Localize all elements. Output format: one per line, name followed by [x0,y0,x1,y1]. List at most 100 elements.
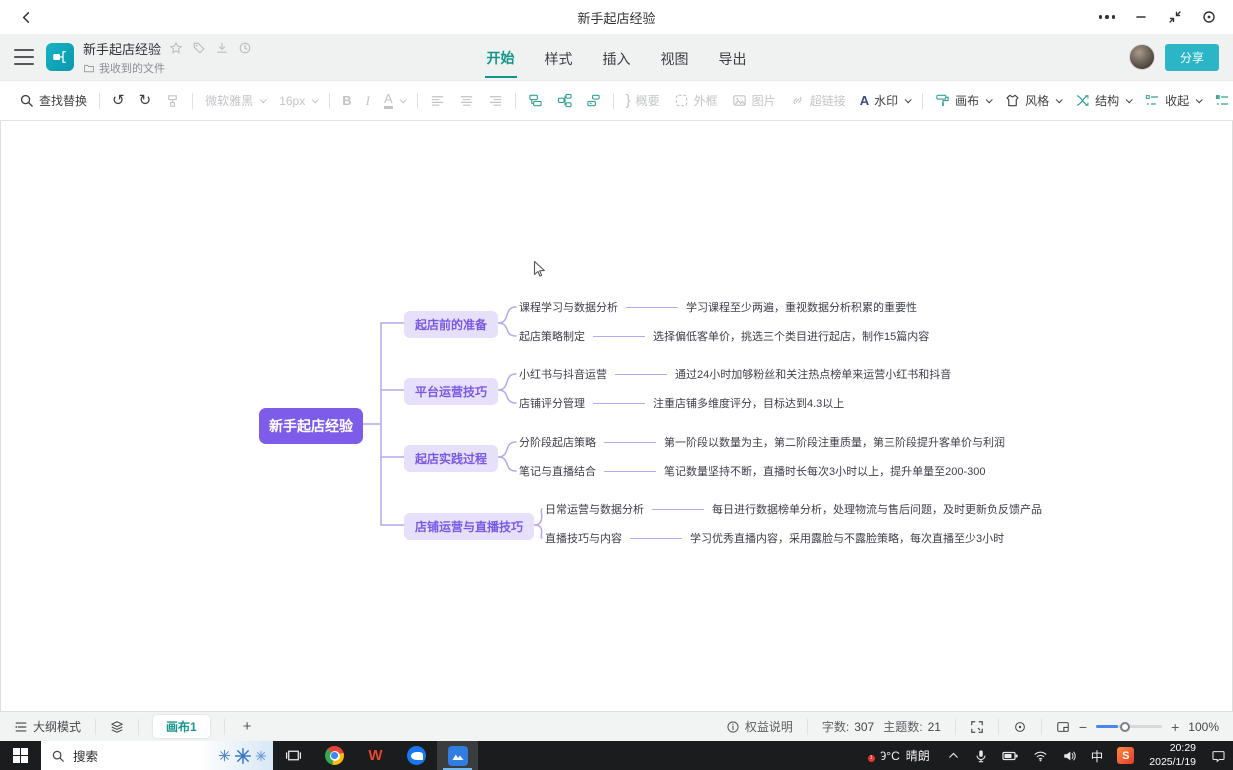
align-right-button[interactable] [481,87,510,115]
user-avatar[interactable] [1129,44,1155,70]
back-button[interactable] [14,5,38,29]
close-button[interactable] [1195,4,1223,30]
locate-center-button[interactable] [1013,720,1027,734]
expand-topics-button[interactable]: 展开 [1208,87,1233,115]
mindmap-branch-node[interactable]: 起店前的准备 [404,311,498,338]
wifi-tray-icon[interactable] [1026,741,1055,770]
wps-office-icon[interactable]: W [355,741,396,770]
zoom-in-button[interactable]: + [1171,719,1179,735]
mindmap-branch-node[interactable]: 店铺运营与直播技巧 [404,513,534,540]
add-canvas-button[interactable]: + [239,718,256,735]
align-center-button[interactable] [452,87,481,115]
tab-start[interactable]: 开始 [485,36,517,78]
hyperlink-button[interactable]: 超链接 [783,87,853,115]
mindmap-topic-node[interactable]: 起店策略制定 [519,328,585,344]
undo-button[interactable]: ↺ [105,87,132,115]
mindmap-branch-node[interactable]: 平台运营技巧 [404,378,498,405]
notification-center-button[interactable] [1204,741,1233,770]
mindmap-topic-node[interactable]: 日常运营与数据分析 [545,501,644,517]
star-icon[interactable] [169,41,183,55]
insert-parent-topic-button[interactable] [579,87,608,115]
fit-screen-button[interactable] [970,720,984,734]
canvas-settings-button[interactable]: 画布 [928,87,998,115]
blue-circle-app-icon[interactable] [396,741,437,770]
mindmap-app-logo-icon[interactable] [46,43,74,71]
bold-button[interactable]: B [335,87,358,115]
watermark-button[interactable]: A水印 [853,87,917,115]
mindmap-detail-text[interactable]: 通过24小时加够粉丝和关注热点榜单来运营小红书和抖音 [675,366,951,382]
redo-button[interactable]: ↻ [132,87,159,115]
format-painter-button[interactable] [158,87,187,115]
structure-button[interactable]: 结构 [1068,87,1138,115]
download-icon[interactable] [215,41,229,55]
mindmap-topic-node[interactable]: 分阶段起店策略 [519,434,596,450]
mindmap-topic-node[interactable]: 直播技巧与内容 [545,530,622,546]
style-button[interactable]: 风格 [998,87,1068,115]
zoom-slider-knob[interactable] [1120,722,1130,732]
rights-info-button[interactable]: 权益说明 [726,718,793,735]
chrome-browser-icon[interactable] [314,741,355,770]
mindmap-root-node[interactable]: 新手起店经验 [259,408,363,444]
mindmap-canvas[interactable]: 新手起店经验 起店前的准备平台运营技巧起店实践过程店铺运营与直播技巧 课程学习与数据… [0,121,1233,711]
main-menu-button[interactable] [14,49,34,65]
microphone-tray-icon[interactable] [967,741,995,770]
tab-export[interactable]: 导出 [717,37,749,77]
mindmap-app-taskbar-icon[interactable] [437,741,478,770]
file-location-row[interactable]: 我收到的文件 [83,60,252,76]
show-hidden-icons-button[interactable] [940,741,967,770]
mindmap-detail-text[interactable]: 注重店铺多维度评分，目标达到4.3以上 [653,395,844,411]
mindmap-topic-node[interactable]: 店铺评分管理 [519,395,585,411]
font-family-select[interactable]: 微软雅黑 [198,87,272,115]
zoom-out-button[interactable]: − [1079,719,1087,735]
italic-button[interactable]: I [359,87,377,115]
history-icon[interactable] [238,41,252,55]
mindmap-detail-text[interactable]: 学习优秀直播内容，采用露脸与不露脸策略，每次直播至少3小时 [690,530,1004,546]
align-left-button[interactable] [423,87,452,115]
mindmap-detail-text[interactable]: 笔记数量坚持不断，直播时长每次3小时以上，提升单量至200-300 [664,463,986,479]
font-color-button[interactable]: A [377,87,412,115]
share-button[interactable]: 分享 [1165,44,1219,71]
tag-icon[interactable] [192,41,206,55]
more-options-button[interactable] [1093,4,1121,30]
sogou-input-icon[interactable]: S [1110,741,1141,770]
mindmap-topic-node[interactable]: 笔记与直播结合 [519,463,596,479]
minimap-button[interactable] [1056,720,1070,734]
outline-mode-icon [14,720,28,734]
mindmap-detail-text[interactable]: 学习课程至少两遍，重视数据分析积累的重要性 [686,299,917,315]
mindmap-detail-text[interactable]: 选择偏低客单价，挑选三个类目进行起店，制作15篇内容 [653,328,929,344]
mindmap-branch-node[interactable]: 起店实践过程 [404,445,498,472]
image-button[interactable]: 图片 [725,87,783,115]
taskbar-clock[interactable]: 20:29 2025/1/19 [1141,741,1204,770]
battery-tray-icon[interactable] [995,741,1026,770]
windows-taskbar: 搜索 W 1 9°C 晴朗 中 [0,741,1233,770]
mindmap-topic-node[interactable]: 课程学习与数据分析 [519,299,618,315]
summary-button[interactable]: }概要 [619,87,667,115]
search-highlight-snowflakes[interactable] [199,741,273,770]
mindmap-detail-text[interactable]: 每日进行数据榜单分析，处理物流与售后问题，及时更新负反馈产品 [712,501,1042,517]
layers-button[interactable] [110,720,124,734]
insert-sibling-topic-button[interactable] [521,87,550,115]
boundary-button[interactable]: 外框 [667,87,725,115]
zoom-slider[interactable] [1096,725,1162,728]
find-replace-button[interactable]: 查找替换 [12,87,94,115]
mountain-logo-icon [450,748,466,764]
start-button[interactable] [0,741,41,770]
canvas-tab-1[interactable]: 画布1 [153,715,210,738]
taskbar-search-box[interactable]: 搜索 [41,741,273,770]
mindmap-topic-node[interactable]: 小红书与抖音运营 [519,366,607,382]
ime-indicator[interactable]: 中 [1084,741,1111,770]
tab-view[interactable]: 视图 [659,37,691,77]
mindmap-detail-text[interactable]: 第一阶段以数量为主，第二阶段注重质量，第三阶段提升客单价与利润 [664,434,1005,450]
insert-child-topic-button[interactable] [550,87,579,115]
collapse-topics-button[interactable]: 收起 [1138,87,1208,115]
weather-widget[interactable]: 1 9°C 晴朗 [864,741,940,770]
tab-style[interactable]: 样式 [543,37,575,77]
font-size-select[interactable]: 16px [272,87,324,115]
minimize-button[interactable] [1127,4,1155,30]
outline-mode-button[interactable]: 大纲模式 [14,718,81,735]
task-view-button[interactable] [273,741,314,770]
restore-button[interactable] [1161,4,1189,30]
volume-tray-icon[interactable] [1055,741,1084,770]
file-location: 我收到的文件 [99,60,165,76]
tab-insert[interactable]: 插入 [601,37,633,77]
